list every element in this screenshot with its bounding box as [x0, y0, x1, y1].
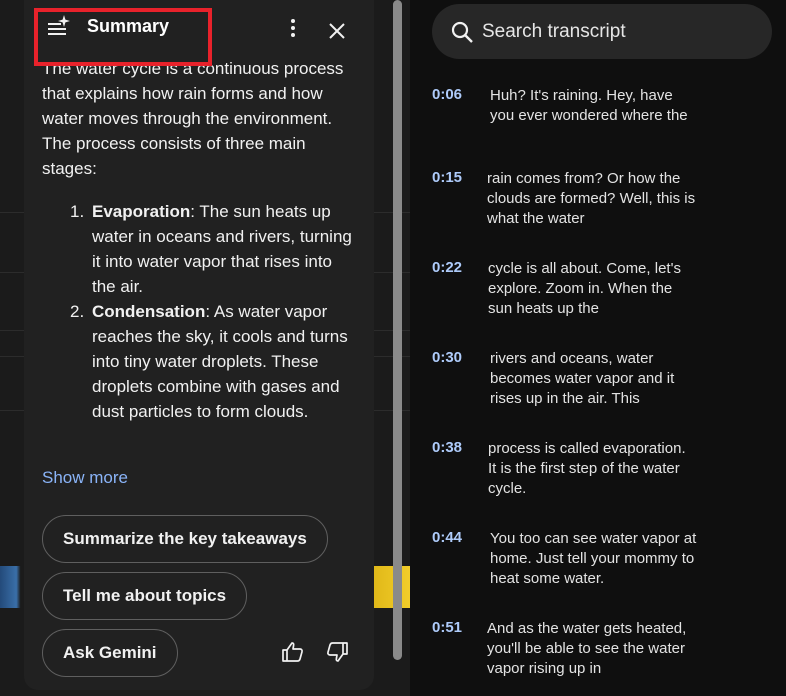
segment-timestamp[interactable]: 0:44	[432, 529, 462, 546]
summary-panel: Summary The water cycle is a continuous …	[24, 0, 374, 690]
thumbs-up-icon[interactable]	[281, 640, 305, 664]
stage-item-evaporation: 1. Evaporation: The sun heats up water i…	[70, 199, 360, 299]
ask-gemini-button[interactable]: Ask Gemini	[42, 629, 178, 677]
stage-term: Condensation	[92, 302, 206, 321]
transcript-search-box[interactable]	[432, 4, 772, 59]
panel-scrollbar[interactable]	[393, 0, 402, 660]
segment-text: You too can see water vapor at home. Jus…	[490, 530, 697, 587]
segment-timestamp[interactable]: 0:30	[432, 349, 462, 366]
segment-text: process is called evaporation. It is the…	[488, 440, 686, 497]
segment-text: And as the water gets heated, you'll be …	[487, 620, 687, 677]
summary-intro: The water cycle is a continuous process …	[42, 59, 344, 178]
segment-text: rain comes from? Or how the clouds are f…	[487, 170, 696, 227]
show-more-link[interactable]: Show more	[42, 468, 128, 488]
stage-term: Evaporation	[92, 202, 191, 221]
stage-number: 2.	[70, 302, 85, 321]
highlight-annotation-box	[34, 8, 212, 66]
segment-timestamp[interactable]: 0:22	[432, 259, 462, 276]
segment-text: rivers and oceans, water becomes water v…	[490, 350, 675, 407]
stage-item-condensation: 2. Condensation: As water vapor reaches …	[70, 299, 360, 424]
transcript-panel: 0:06 Huh? It's raining. Hey, have you ev…	[410, 0, 786, 696]
tell-me-about-topics-button[interactable]: Tell me about topics	[42, 572, 248, 620]
close-icon[interactable]	[326, 20, 348, 42]
more-options-icon[interactable]	[283, 16, 303, 40]
stage-number: 1.	[70, 202, 85, 221]
segment-text: Huh? It's raining. Hey, have you ever wo…	[490, 87, 688, 124]
segment-timestamp[interactable]: 0:15	[432, 169, 462, 186]
search-transcript-input[interactable]	[482, 4, 752, 59]
thumbs-down-icon[interactable]	[325, 640, 349, 664]
segment-timestamp[interactable]: 0:38	[432, 439, 462, 456]
segment-text: cycle is all about. Come, let's explore.…	[488, 260, 681, 317]
segment-timestamp[interactable]: 0:51	[432, 619, 462, 636]
summary-body: The water cycle is a continuous process …	[42, 56, 360, 424]
segment-timestamp[interactable]: 0:06	[432, 86, 462, 103]
stage-list: 1. Evaporation: The sun heats up water i…	[42, 199, 360, 424]
summarize-key-takeaways-button[interactable]: Summarize the key takeaways	[42, 515, 328, 563]
search-icon	[451, 21, 473, 43]
